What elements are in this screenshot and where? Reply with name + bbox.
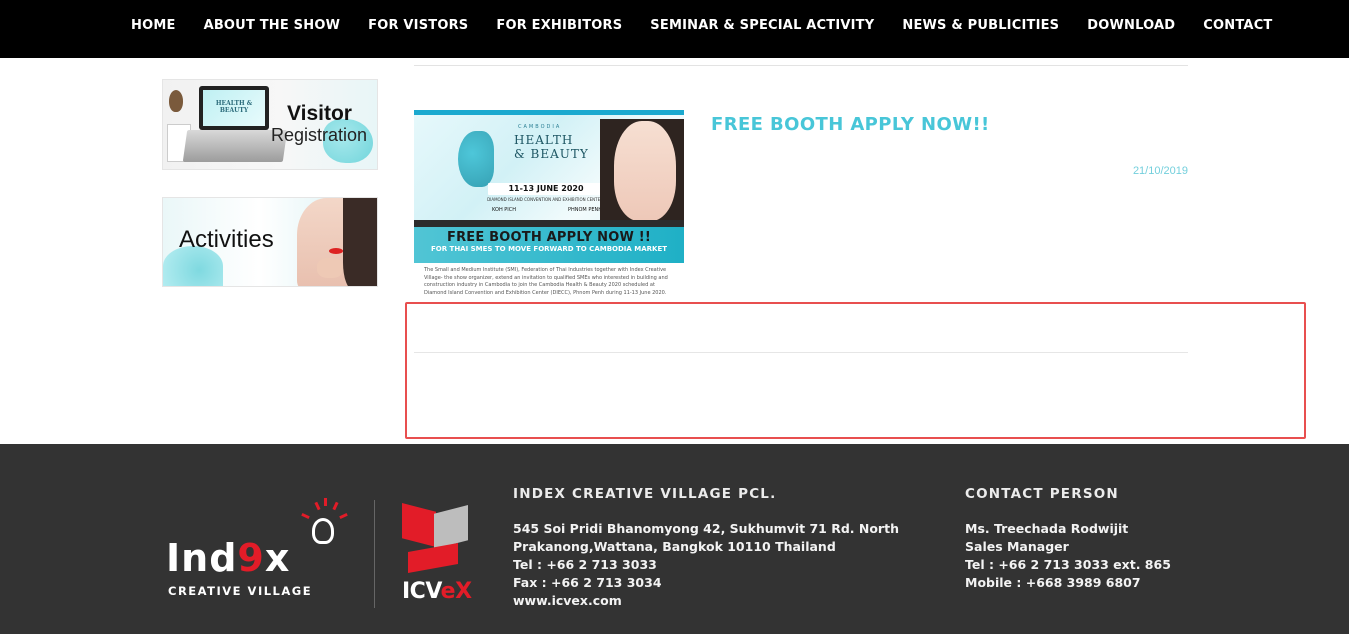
- nav-item-about-the-show[interactable]: ABOUT THE SHOW: [204, 18, 341, 33]
- footer-fax: Fax : +66 2 713 3034: [513, 575, 662, 590]
- poster-cta-subheading: FOR THAI SMES TO MOVE FORWARD TO CAMBODI…: [430, 245, 668, 253]
- footer-contact-tel: Tel : +66 2 713 3033 ext. 865: [965, 557, 1171, 572]
- visitor-banner-title: Visitor: [287, 102, 352, 125]
- model-lips-image: [329, 248, 343, 254]
- pinecone-image: [169, 90, 183, 112]
- model-face-image: [614, 121, 676, 221]
- article-date: 21/10/2019: [1132, 165, 1188, 177]
- icvex-mark-gray: [434, 505, 468, 549]
- expo-name: HEALTH & BEAUTY: [514, 133, 589, 161]
- divider: [414, 65, 1188, 66]
- nav-item-seminar[interactable]: SEMINAR & SPECIAL ACTIVITY: [650, 18, 874, 33]
- expo-city-2: PHNOM PENH: [567, 207, 602, 213]
- icvex-logo: ICVeX: [400, 503, 472, 604]
- footer-tel: Tel : +66 2 713 3033: [513, 557, 657, 572]
- expo-venue: DIAMOND ISLAND CONVENTION AND EXHIBITION…: [487, 197, 603, 202]
- expo-country: CAMBODIA: [518, 124, 562, 130]
- expo-dates: 11-13 JUNE 2020: [488, 183, 604, 195]
- poster-cta-heading: FREE BOOTH APPLY NOW !!: [446, 230, 652, 245]
- logo-divider: [374, 500, 375, 608]
- poster-body-text: The Small and Medium Institute (SMI), Fe…: [424, 267, 668, 296]
- index-subtitle: CREATIVE VILLAGE: [168, 584, 313, 598]
- footer-contact-name: Ms. Treechada Rodwijit: [965, 521, 1129, 536]
- model-hair-image: [343, 198, 377, 286]
- expo-cities: KOH PICH PHNOM PENH: [492, 207, 602, 213]
- footer-company-info: INDEX CREATIVE VILLAGE PCL. 545 Soi Prid…: [513, 486, 913, 610]
- article-title-link[interactable]: FREE BOOTH APPLY NOW!!: [711, 114, 990, 135]
- icvex-mark-red: [402, 503, 436, 547]
- footer-contact-heading: CONTACT PERSON: [965, 486, 1119, 502]
- activities-banner-title: Activities: [179, 226, 274, 253]
- icvex-wordmark-a: ICV: [402, 579, 441, 604]
- article-thumbnail[interactable]: CAMBODIA HEALTH & BEAUTY 11-13 JUNE 2020…: [414, 110, 684, 303]
- index-wordmark-b: 9: [237, 536, 265, 580]
- nav-list: HOME ABOUT THE SHOW FOR VISTORS FOR EXHI…: [131, 18, 1301, 33]
- footer-contact-role: Sales Manager: [965, 539, 1069, 554]
- head-silhouette-icon: [458, 131, 494, 187]
- page: HOME ABOUT THE SHOW FOR VISTORS FOR EXHI…: [0, 0, 1349, 634]
- nav-item-for-exhibitors[interactable]: FOR EXHIBITORS: [496, 18, 622, 33]
- index-wordmark: Ind9x: [166, 536, 290, 580]
- footer-website-link[interactable]: www.icvex.com: [513, 592, 913, 610]
- index-wordmark-a: Ind: [166, 536, 238, 580]
- footer-address-line-1: 545 Soi Pridi Bhanomyong 42, Sukhumvit 7…: [513, 521, 899, 536]
- model-hand-image: [317, 258, 343, 278]
- expo-city-1: KOH PICH: [492, 207, 517, 213]
- nav-item-for-visitors[interactable]: FOR VISTORS: [368, 18, 468, 33]
- nav-item-news[interactable]: NEWS & PUBLICITIES: [902, 18, 1059, 33]
- footer-contact-info: CONTACT PERSON Ms. Treechada Rodwijit Sa…: [965, 486, 1295, 592]
- nav-item-home[interactable]: HOME: [131, 18, 176, 33]
- laptop-screen-text: HEALTH & BEAUTY: [203, 90, 265, 126]
- icvex-wordmark-b: eX: [440, 579, 472, 604]
- footer-company-heading: INDEX CREATIVE VILLAGE PCL.: [513, 486, 777, 502]
- nav-item-contact[interactable]: CONTACT: [1203, 18, 1272, 33]
- poster-divider-bar: [414, 220, 684, 227]
- activities-banner[interactable]: Activities: [162, 197, 378, 287]
- icvex-mark-red-lower: [408, 543, 458, 573]
- icvex-wordmark: ICVeX: [402, 579, 472, 604]
- nav-item-download[interactable]: DOWNLOAD: [1087, 18, 1175, 33]
- footer-address-line-2: Prakanong,Wattana, Bangkok 10110 Thailan…: [513, 539, 836, 554]
- top-nav: HOME ABOUT THE SHOW FOR VISTORS FOR EXHI…: [0, 0, 1349, 58]
- visitor-banner-subtitle: Registration: [271, 125, 368, 145]
- expo-name-line1: HEALTH: [514, 133, 574, 147]
- laptop-image: HEALTH & BEAUTY: [199, 86, 269, 130]
- index-wordmark-c: x: [264, 536, 291, 580]
- lightbulb-icon: [312, 518, 334, 544]
- index-creative-village-logo: Ind9x CREATIVE VILLAGE: [166, 498, 356, 606]
- expo-name-line2: & BEAUTY: [514, 147, 589, 161]
- footer-contact-mobile: Mobile : +668 3989 6807: [965, 575, 1141, 590]
- highlight-box: [405, 302, 1306, 439]
- poster-cta: FREE BOOTH APPLY NOW !! FOR THAI SMES TO…: [414, 227, 684, 263]
- expo-poster-header: CAMBODIA HEALTH & BEAUTY 11-13 JUNE 2020…: [414, 110, 684, 225]
- visitor-registration-banner[interactable]: HEALTH & BEAUTY Visitor Registration: [162, 79, 378, 170]
